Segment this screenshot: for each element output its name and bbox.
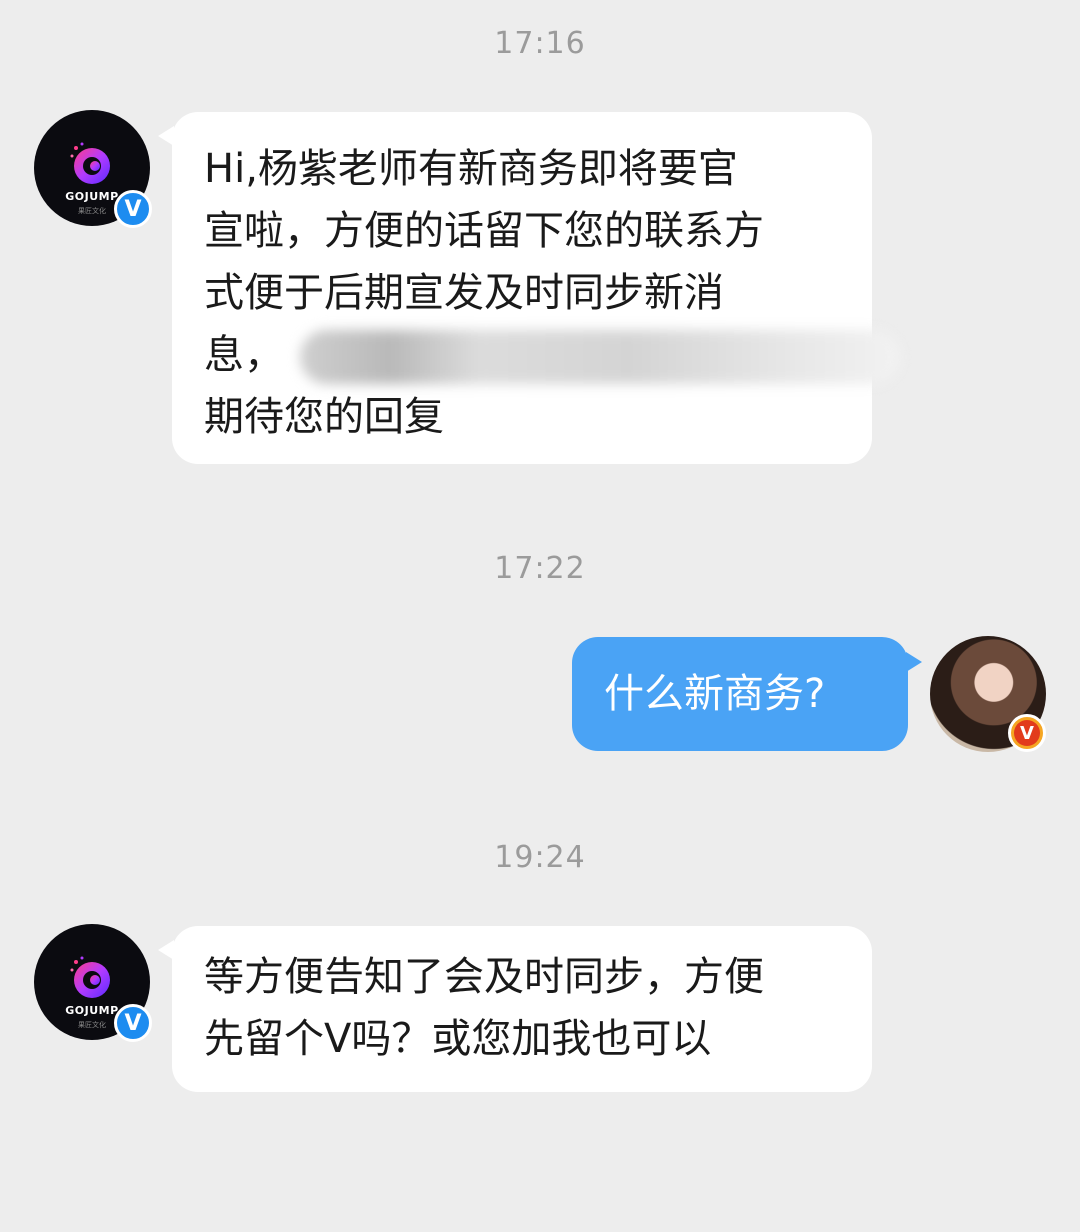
- message-bubble-self[interactable]: 什么新商务?: [572, 637, 908, 751]
- self-avatar[interactable]: V: [930, 636, 1046, 752]
- message-bubble[interactable]: 等方便告知了会及时同步，方便 先留个V吗？或您加我也可以: [172, 926, 872, 1092]
- message-line: 什么新商务?: [604, 671, 826, 717]
- message-line: 期待您的回复: [204, 394, 444, 440]
- sender-avatar[interactable]: GOJUMP 果匠文化 V: [34, 924, 152, 1042]
- bubble-tail: [906, 652, 922, 672]
- timestamp: 19:24: [494, 840, 586, 875]
- message-line-with-redaction: 息，: [204, 324, 900, 386]
- message-bubble[interactable]: Hi,杨紫老师有新商务即将要官 宣啦，方便的话留下您的联系方 式便于后期宣发及时…: [172, 112, 900, 464]
- message-line: 式便于后期宣发及时同步新消: [204, 270, 724, 316]
- verified-badge-icon: V: [1008, 714, 1046, 752]
- gojump-logo-icon: [70, 956, 110, 998]
- message-line: 等方便告知了会及时同步，方便: [204, 954, 764, 1000]
- timestamp: 17:22: [494, 551, 586, 586]
- message-line: 宣啦，方便的话留下您的联系方: [204, 208, 764, 254]
- redacted-blur: [300, 330, 900, 384]
- gojump-logo-icon: [70, 142, 110, 184]
- verified-badge-icon: V: [114, 1004, 152, 1042]
- timestamp: 17:16: [494, 26, 586, 61]
- verified-badge-icon: V: [114, 190, 152, 228]
- sender-avatar[interactable]: GOJUMP 果匠文化 V: [34, 110, 152, 228]
- message-line: Hi,杨紫老师有新商务即将要官: [204, 146, 738, 192]
- message-line: 先留个V吗？或您加我也可以: [204, 1016, 712, 1062]
